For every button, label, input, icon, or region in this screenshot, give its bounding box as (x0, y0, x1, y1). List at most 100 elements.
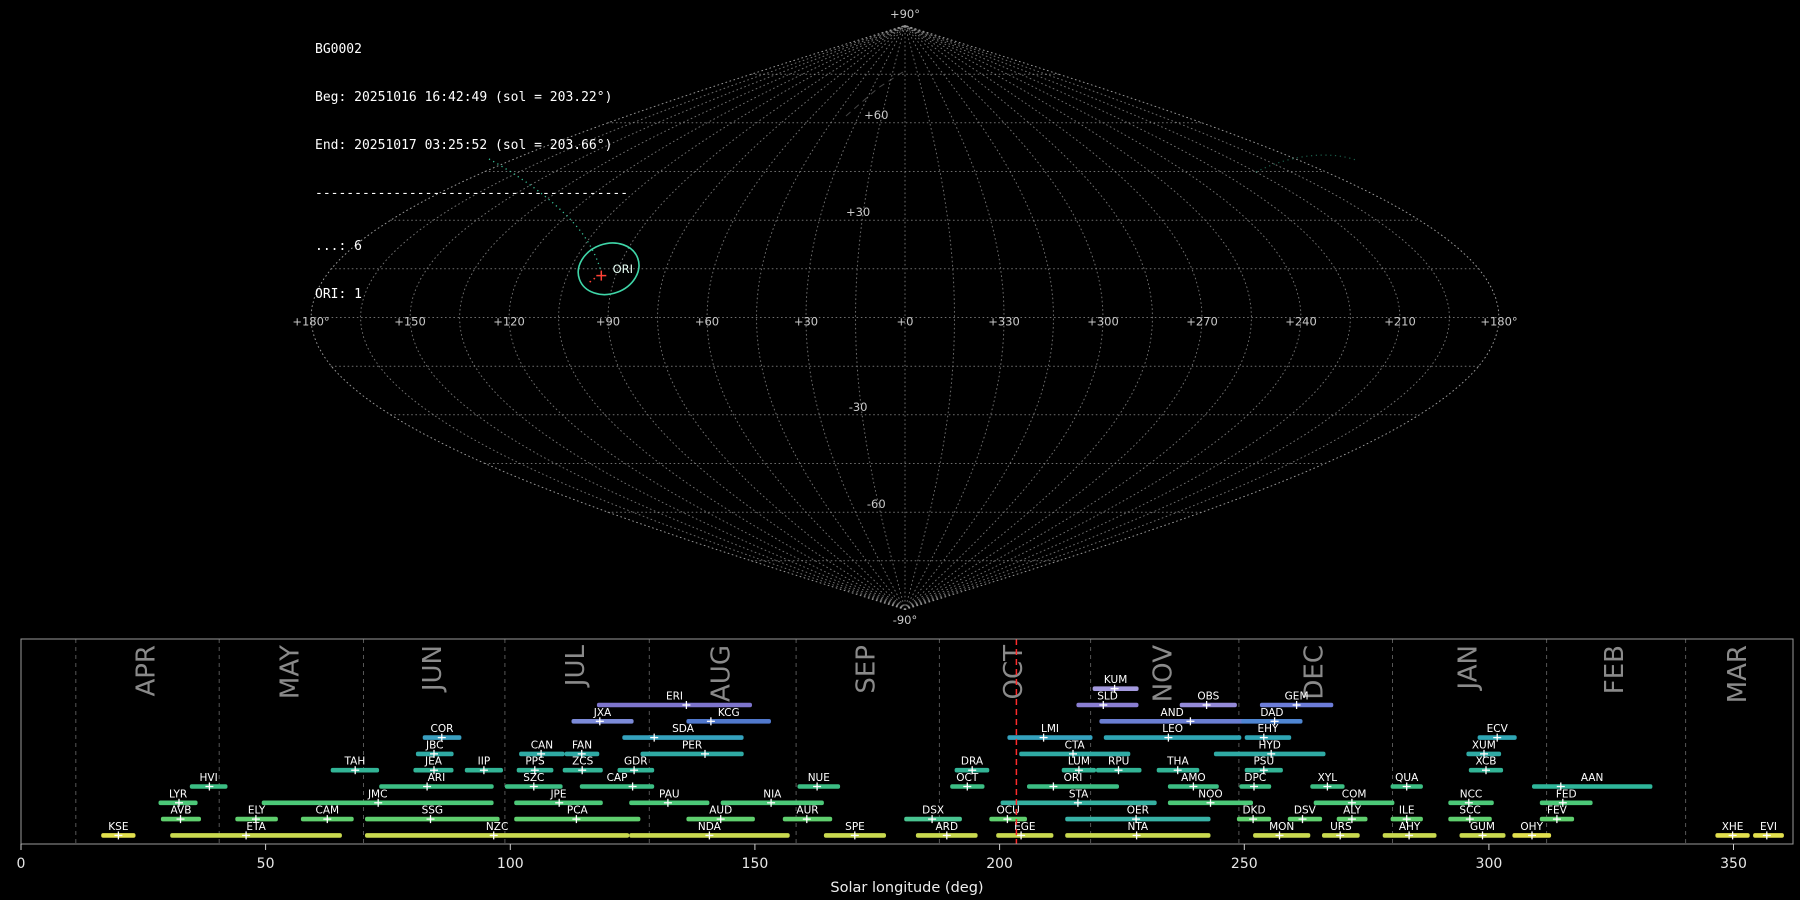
shower-code-label: AMO (1181, 772, 1206, 784)
shower-code-label: NZC (486, 821, 508, 833)
month-label: FEB (1600, 645, 1630, 694)
shower-code-label: SCC (1459, 805, 1480, 817)
map-longitude-label: +210 (1384, 315, 1416, 329)
map-longitude-label: +300 (1087, 315, 1119, 329)
x-axis-tick-label: 350 (1720, 856, 1747, 872)
shower-activity-bar (1076, 703, 1138, 708)
shower-code-label: CAN (531, 739, 553, 751)
shower-code-label: NIA (763, 788, 782, 800)
x-axis-tick-label: 250 (1231, 856, 1258, 872)
shower-code-label: HYD (1258, 739, 1280, 751)
shower-code-label: LUM (1068, 756, 1090, 768)
shower-code-label: OHY (1520, 821, 1543, 833)
shower-code-label: ZCS (572, 756, 594, 768)
ecliptic-segment (1256, 155, 1356, 172)
shower-code-label: DAD (1260, 707, 1283, 719)
shower-code-label: KCG (718, 707, 740, 719)
shower-code-label: NUE (808, 772, 830, 784)
shower-code-label: QUA (1395, 772, 1419, 784)
shower-code-label: ECV (1487, 723, 1509, 735)
shower-code-label: NOO (1198, 788, 1222, 800)
x-axis-tick-label: 50 (257, 856, 275, 872)
shower-code-label: CTA (1065, 739, 1086, 751)
shower-code-label: JXA (593, 707, 612, 719)
shower-code-label: ETA (246, 821, 266, 833)
shower-code-label: SSG (422, 805, 443, 817)
month-label: MAR (1723, 645, 1753, 703)
month-label: APR (132, 645, 162, 697)
shower-code-label: JEA (424, 756, 443, 768)
month-label: JAN (1454, 645, 1484, 691)
shower-code-label: XYL (1318, 772, 1338, 784)
shower-code-label: JBC (425, 739, 443, 751)
meteor-activity-report: +180°+150+120+90+60+30+0+330+300+270+240… (0, 0, 1800, 900)
shower-activity-bar (1532, 784, 1652, 789)
shower-code-label: COM (1342, 788, 1367, 800)
shower-code-label: EGE (1014, 821, 1035, 833)
shower-code-label: CAM (316, 805, 340, 817)
shower-code-label: JMC (367, 788, 388, 800)
month-label: SEP (852, 645, 882, 694)
shower-code-label: XCB (1476, 756, 1497, 768)
map-longitude-label: +0 (897, 315, 914, 329)
x-axis-tick-label: 0 (17, 856, 26, 872)
month-label: OCT (999, 645, 1029, 700)
activity-chart: APRMAYJUNJULAUGSEPOCTNOVDECJANFEBMARKUME… (17, 639, 1793, 896)
map-pole-bottom-label: -90° (893, 613, 918, 627)
shower-code-label: AUD (709, 805, 732, 817)
shower-code-label: DKD (1242, 805, 1265, 817)
shower-activity-bar (641, 752, 744, 757)
shower-code-label: PCA (567, 805, 589, 817)
shower-code-label: XHE (1722, 821, 1744, 833)
shower-code-label: FED (1556, 788, 1577, 800)
plot-canvas: +180°+150+120+90+60+30+0+330+300+270+240… (0, 0, 1800, 900)
map-longitude-label: +60 (695, 315, 719, 329)
sporadic-count: ...: 6 (315, 239, 628, 255)
shower-code-label: GUM (1470, 821, 1495, 833)
shower-code-label: XUM (1472, 739, 1496, 751)
shower-code-label: HVI (200, 772, 218, 784)
shower-code-label: THA (1166, 756, 1189, 768)
map-latitude-label: +30 (846, 205, 870, 219)
shower-code-label: IIP (478, 756, 491, 768)
shower-code-label: OBS (1197, 691, 1219, 703)
shower-activity-bar (1104, 735, 1242, 740)
shower-code-label: PER (682, 739, 702, 751)
shower-code-label: GEM (1285, 691, 1309, 703)
shower-code-label: ILE (1399, 805, 1415, 817)
shower-code-label: EHY (1258, 723, 1280, 735)
month-label: AUG (707, 645, 737, 702)
shower-code-label: CAP (607, 772, 628, 784)
shower-code-label: KUM (1104, 674, 1127, 686)
map-meridian (905, 26, 1351, 610)
shower-code-label: OCT (956, 772, 979, 784)
shower-code-label: LEO (1162, 723, 1183, 735)
shower-code-label: RPU (1108, 756, 1129, 768)
month-label: JUL (561, 644, 591, 688)
month-label: NOV (1149, 645, 1179, 702)
x-axis-tick-label: 200 (986, 856, 1013, 872)
shower-code-label: FAN (572, 739, 592, 751)
shower-code-label: ERI (666, 691, 683, 703)
shower-code-label: ORI (1064, 772, 1083, 784)
map-longitude-label: +330 (988, 315, 1020, 329)
shower-code-label: SDA (672, 723, 695, 735)
shower-code-label: DSV (1294, 805, 1317, 817)
shower-code-label: NTA (1127, 821, 1148, 833)
map-longitude-label: +30 (794, 315, 818, 329)
shower-code-label: PSU (1253, 756, 1274, 768)
map-pole-top-label: +90° (890, 7, 920, 21)
x-axis-tick-label: 150 (742, 856, 769, 872)
shower-code-label: PPS (525, 756, 545, 768)
shower-code-label: NCC (1460, 788, 1483, 800)
shower-activity-bar (580, 784, 654, 789)
map-longitude-label: +180° (1480, 315, 1517, 329)
separator-line: ---------------------------------------- (315, 186, 628, 202)
shower-code-label: AUR (796, 805, 818, 817)
shower-code-label: LMI (1041, 723, 1059, 735)
shower-code-label: AVB (171, 805, 192, 817)
observation-info-box: BG0002 Beg: 20251016 16:42:49 (sol = 203… (315, 10, 628, 335)
shower-code-label: AHY (1399, 821, 1421, 833)
month-label: MAY (275, 645, 305, 699)
shower-code-label: AAN (1581, 772, 1604, 784)
